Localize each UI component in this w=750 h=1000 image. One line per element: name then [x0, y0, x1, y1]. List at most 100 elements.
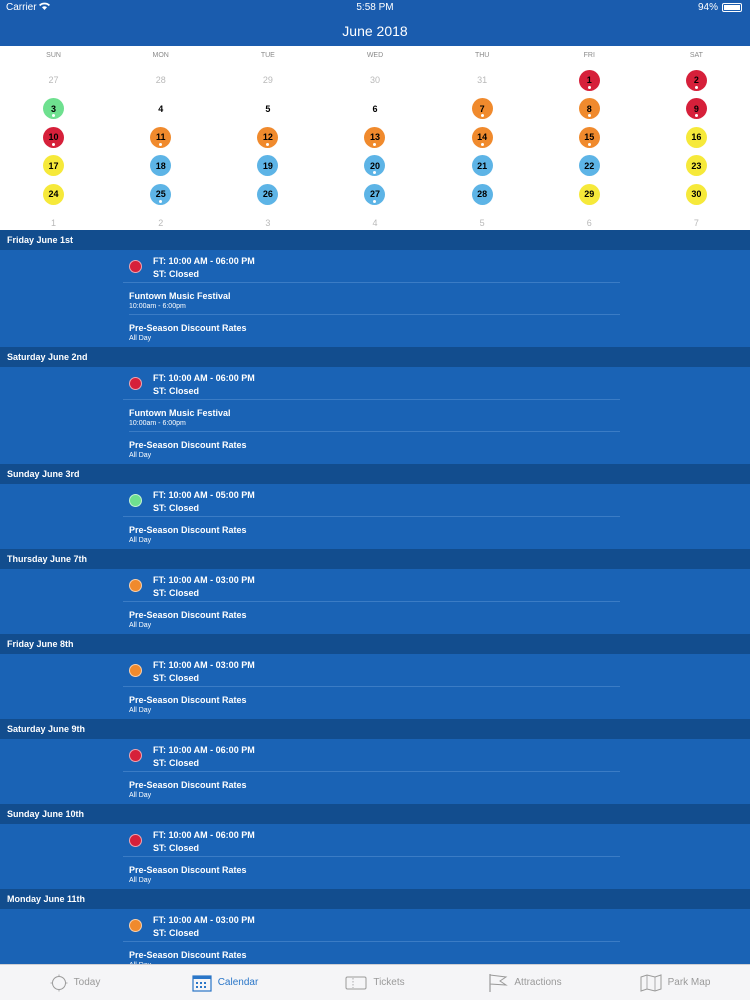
calendar-day[interactable]: 14	[429, 123, 536, 152]
event-item[interactable]: Pre-Season Discount RatesAll Day	[129, 772, 620, 804]
weekday-label: THU	[474, 52, 490, 59]
event-item[interactable]: Pre-Season Discount RatesAll Day	[129, 602, 620, 634]
event-item[interactable]: Pre-Season Discount RatesAll Day	[129, 517, 620, 549]
calendar-day[interactable]: 20	[321, 152, 428, 181]
hours-color-indicator	[129, 834, 142, 847]
calendar-day-number: 2	[685, 69, 707, 91]
event-time: All Day	[129, 537, 152, 544]
calendar-day[interactable]: 28	[107, 66, 214, 95]
event-name: Pre-Season Discount Rates	[129, 780, 247, 790]
calendar-day-number: 31	[477, 75, 488, 86]
tab-tickets[interactable]: Tickets	[300, 965, 450, 1000]
calendar-day-number: 25	[150, 183, 172, 205]
st-hours: ST: Closed	[153, 673, 200, 683]
event-time: All Day	[129, 877, 152, 884]
nav-bar: June 2018	[0, 16, 750, 46]
event-item[interactable]: Pre-Season Discount RatesAll Day	[129, 687, 620, 719]
calendar-day-number: 29	[578, 183, 600, 205]
calendar-day[interactable]: 23	[643, 152, 750, 181]
park-hours-row[interactable]: FT: 10:00 AM - 03:00 PM ST: Closed	[123, 569, 620, 602]
park-hours-row[interactable]: FT: 10:00 AM - 06:00 PM ST: Closed	[123, 739, 620, 772]
park-hours-row[interactable]: FT: 10:00 AM - 05:00 PM ST: Closed	[123, 484, 620, 517]
calendar-day[interactable]: 7	[429, 95, 536, 124]
hours-color-indicator	[129, 494, 142, 507]
calendar-day[interactable]: 22	[536, 152, 643, 181]
calendar-day[interactable]: 27	[321, 180, 428, 209]
calendar-day-number: 18	[150, 155, 172, 177]
park-hours-row[interactable]: FT: 10:00 AM - 06:00 PM ST: Closed	[123, 824, 620, 857]
battery-icon	[722, 3, 742, 12]
calendar-day[interactable]: 29	[536, 180, 643, 209]
calendar-day-number: 12	[257, 126, 279, 148]
calendar-day-number: 17	[43, 155, 65, 177]
calendar-day[interactable]: 1	[536, 66, 643, 95]
calendar-day[interactable]: 28	[429, 180, 536, 209]
map-icon	[640, 973, 668, 992]
hours-color-indicator	[129, 749, 142, 762]
ft-hours: FT: 10:00 AM - 03:00 PM	[153, 915, 255, 925]
calendar-day-number: 10	[43, 126, 65, 148]
calendar-day[interactable]: 5	[214, 95, 321, 124]
tab-attractions[interactable]: Attractions	[450, 965, 600, 1000]
calendar-day[interactable]: 25	[107, 180, 214, 209]
event-item[interactable]: Pre-Season Discount RatesAll Day	[129, 942, 620, 964]
calendar-day[interactable]: 31	[429, 66, 536, 95]
calendar-day[interactable]: 16	[643, 123, 750, 152]
ft-hours: FT: 10:00 AM - 06:00 PM	[153, 745, 255, 755]
calendar-day[interactable]: 29	[214, 66, 321, 95]
event-list[interactable]: Friday June 1st FT: 10:00 AM - 06:00 PM ST…	[0, 230, 750, 964]
calendar-day[interactable]: 11	[107, 123, 214, 152]
calendar-day[interactable]: 4	[107, 95, 214, 124]
calendar-day[interactable]: 18	[107, 152, 214, 181]
calendar-day[interactable]: 9	[643, 95, 750, 124]
battery-percent: 94%	[697, 2, 718, 13]
calendar-day[interactable]: 6	[321, 95, 428, 124]
weekday-label: TUE	[260, 52, 275, 59]
day-section-header: Monday June 11th	[0, 889, 750, 909]
calendar-day[interactable]: 8	[536, 95, 643, 124]
calendar-day[interactable]: 26	[214, 180, 321, 209]
calendar-day-number: 20	[364, 155, 386, 177]
weekday-label: SUN	[46, 52, 61, 59]
calendar-day[interactable]: 12	[214, 123, 321, 152]
calendar-day[interactable]: 21	[429, 152, 536, 181]
tab-calendar[interactable]: Calendar	[150, 965, 300, 1000]
park-hours-row[interactable]: FT: 10:00 AM - 03:00 PM ST: Closed	[123, 654, 620, 687]
calendar-day-number: 27	[364, 183, 386, 205]
calendar-icon	[192, 974, 218, 992]
ticket-icon	[345, 975, 373, 991]
weekday-label: FRI	[583, 52, 595, 59]
tab-park-map[interactable]: Park Map	[600, 965, 750, 1000]
calendar-day[interactable]: 27	[0, 66, 107, 95]
calendar-day[interactable]: 3	[0, 95, 107, 124]
calendar-day-number: 5	[265, 103, 271, 114]
park-hours-row[interactable]: FT: 10:00 AM - 03:00 PM ST: Closed	[123, 909, 620, 942]
calendar-day[interactable]: 17	[0, 152, 107, 181]
calendar-day[interactable]: 10	[0, 123, 107, 152]
park-hours-row[interactable]: FT: 10:00 AM - 06:00 PM ST: Closed	[123, 250, 620, 283]
calendar-day[interactable]: 24	[0, 180, 107, 209]
ft-hours: FT: 10:00 AM - 05:00 PM	[153, 490, 255, 500]
event-item[interactable]: Funtown Music Festival 10:00am - 6:00pm	[129, 283, 620, 315]
tab-today[interactable]: Today	[0, 965, 150, 1000]
calendar-day[interactable]: 15	[536, 123, 643, 152]
weekday-label: MON	[152, 52, 169, 59]
status-time: 5:58 PM	[356, 2, 394, 13]
ft-hours: FT: 10:00 AM - 06:00 PM	[153, 256, 255, 266]
event-item[interactable]: Pre-Season Discount RatesAll Day	[129, 432, 620, 464]
ft-hours: FT: 10:00 AM - 03:00 PM	[153, 575, 255, 585]
event-item[interactable]: Pre-Season Discount RatesAll Day	[129, 857, 620, 889]
calendar-day[interactable]: 30	[321, 66, 428, 95]
event-item[interactable]: Pre-Season Discount RatesAll Day	[129, 315, 620, 347]
calendar-week: 27 28 29 30 31 1 2	[0, 66, 750, 95]
calendar-day[interactable]: 2	[643, 66, 750, 95]
calendar-day-number: 16	[685, 126, 707, 148]
calendar-day[interactable]: 13	[321, 123, 428, 152]
calendar-day[interactable]: 19	[214, 152, 321, 181]
calendar-day-number: 30	[369, 75, 380, 86]
event-item[interactable]: Funtown Music Festival 10:00am - 6:00pm	[129, 400, 620, 432]
status-bar: Carrier 5:58 PM 94%	[0, 0, 750, 16]
park-hours-row[interactable]: FT: 10:00 AM - 06:00 PM ST: Closed	[123, 367, 620, 400]
calendar-day[interactable]: 30	[643, 180, 750, 209]
weekday-label: WED	[366, 52, 384, 59]
